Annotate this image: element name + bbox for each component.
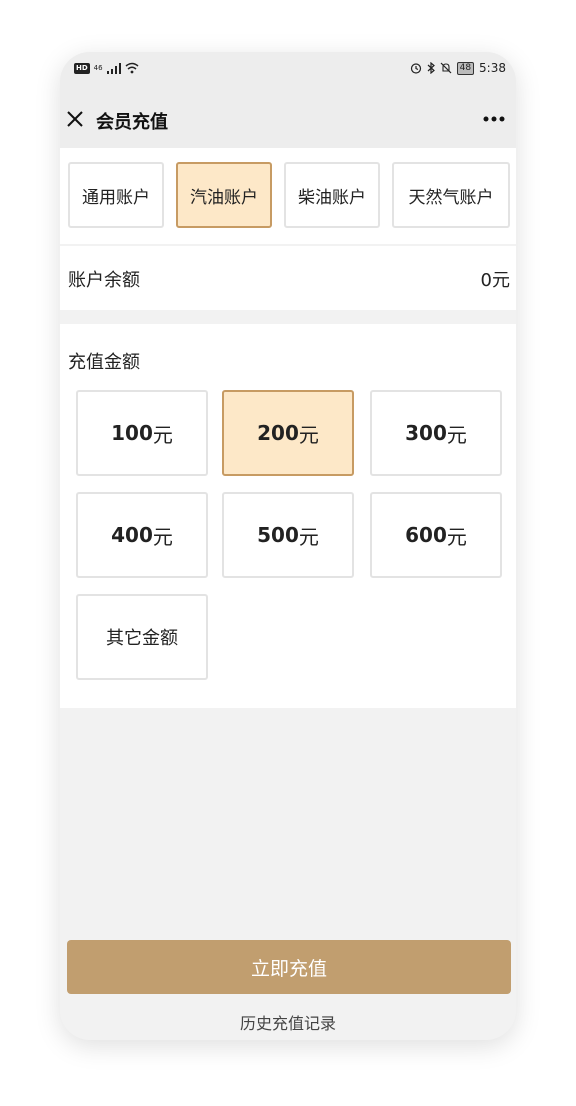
tab-label: 通用账户	[82, 187, 150, 208]
amount-unit: 元	[298, 524, 319, 549]
signal-icon	[106, 62, 121, 74]
recharge-history-link[interactable]: 历史充值记录	[60, 1010, 516, 1034]
amount-option-100[interactable]: 100 元	[76, 390, 208, 476]
tab-label: 柴油账户	[298, 187, 366, 208]
recharge-amount-panel: 充值金额 100 元 200 元 300 元 400 元 500 元 600 元 其它金额	[60, 324, 516, 708]
amount-option-600[interactable]: 600 元	[370, 492, 502, 578]
status-left: HD 46	[74, 62, 139, 74]
recharge-now-button[interactable]: 立即充值	[67, 940, 511, 994]
more-icon[interactable]	[480, 108, 508, 130]
tab-natural-gas-account[interactable]: 天然气账户	[392, 162, 510, 228]
status-right: 48 5:38	[410, 61, 506, 75]
balance-label: 账户余额	[68, 270, 140, 291]
amount-value: 400	[111, 523, 153, 547]
amount-unit: 元	[446, 524, 467, 549]
status-bar: HD 46 48 5:38	[60, 52, 516, 92]
amount-value: 600	[405, 523, 447, 547]
mute-icon	[440, 62, 452, 74]
amount-section-title: 充值金额	[68, 352, 140, 373]
tab-diesel-account[interactable]: 柴油账户	[284, 162, 380, 228]
network-type: 46	[93, 64, 103, 72]
balance-row: 账户余额 0元	[60, 246, 516, 310]
amount-option-other[interactable]: 其它金额	[76, 594, 208, 680]
tab-general-account[interactable]: 通用账户	[68, 162, 164, 228]
amount-option-200[interactable]: 200 元	[222, 390, 354, 476]
amount-option-500[interactable]: 500 元	[222, 492, 354, 578]
balance-value: 0元	[480, 270, 510, 291]
battery-icon: 48	[456, 61, 475, 75]
amount-value: 500	[257, 523, 299, 547]
wifi-icon	[125, 62, 139, 74]
amount-unit: 元	[152, 524, 173, 549]
tab-gasoline-account[interactable]: 汽油账户	[176, 162, 272, 228]
title-bar: 会员充值	[60, 92, 516, 148]
close-icon[interactable]	[64, 108, 86, 130]
bluetooth-icon	[427, 62, 435, 74]
amount-unit: 元	[298, 422, 319, 447]
status-time: 5:38	[479, 61, 506, 75]
tab-label: 汽油账户	[190, 187, 258, 208]
page-title: 会员充值	[96, 112, 168, 133]
amount-option-300[interactable]: 300 元	[370, 390, 502, 476]
amount-value: 300	[405, 421, 447, 445]
alarm-icon	[410, 63, 421, 74]
amount-value: 200	[257, 421, 299, 445]
hd-badge: HD	[74, 62, 90, 74]
recharge-now-label: 立即充值	[250, 957, 327, 980]
amount-value: 100	[111, 421, 153, 445]
amount-unit: 元	[446, 422, 467, 447]
other-amount-label: 其它金额	[106, 628, 178, 649]
amount-unit: 元	[152, 422, 173, 447]
amount-option-400[interactable]: 400 元	[76, 492, 208, 578]
phone-frame: HD 46 48 5:38 会员充值 通用账户 汽油账户 柴油账户 天然气账户 …	[60, 52, 516, 1040]
tab-label: 天然气账户	[408, 187, 494, 208]
account-tabs: 通用账户 汽油账户 柴油账户 天然气账户	[60, 148, 516, 244]
